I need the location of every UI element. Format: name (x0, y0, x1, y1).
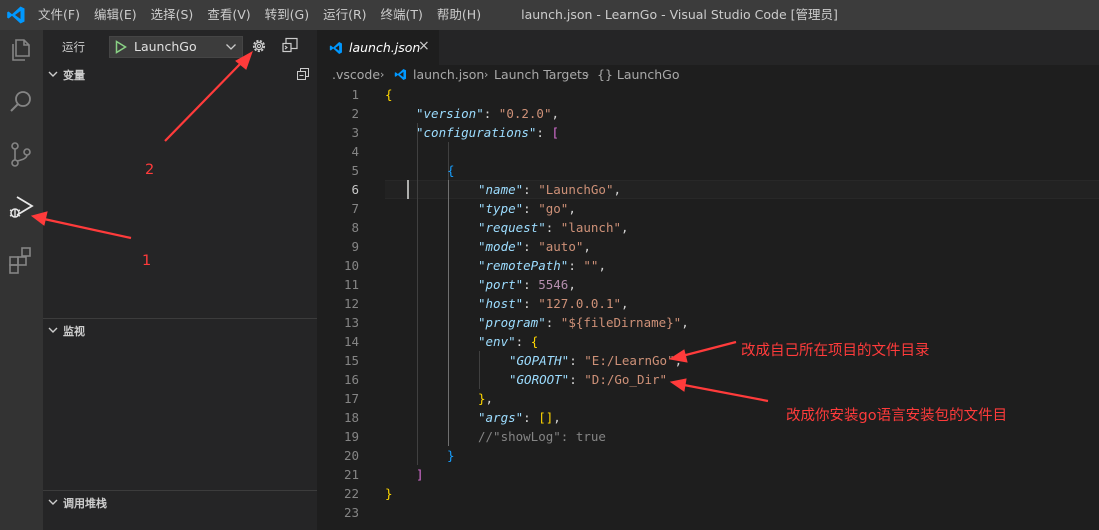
debug-console-icon[interactable] (281, 36, 299, 54)
line-number: 9 (351, 239, 359, 254)
code-line: { (385, 87, 393, 102)
line-number: 14 (343, 334, 359, 349)
code-editor[interactable]: 1 2 3 4 5 6 7 8 9 10 11 12 13 14 15 16 1… (317, 85, 1099, 530)
files-icon[interactable] (5, 34, 37, 66)
code-line: "request": "launch", (478, 220, 629, 235)
launch-config-select[interactable]: LaunchGo (109, 36, 243, 58)
chevron-down-icon (226, 44, 236, 50)
line-number: 6 (351, 182, 359, 197)
code-line: "remotePath": "", (478, 258, 606, 273)
code-line: } (447, 448, 455, 463)
code-line: "GOPATH": "E:/LearnGo", (509, 353, 683, 368)
line-number: 3 (351, 125, 359, 140)
code-line: } (385, 486, 393, 501)
run-toolbar: 运行 LaunchGo (43, 30, 317, 62)
code-line: "name": "LaunchGo", (478, 182, 622, 197)
code-line: "GOROOT": "D:/Go_Dir" (509, 372, 668, 387)
line-number: 19 (343, 429, 359, 444)
indent-guide (479, 351, 480, 389)
play-icon[interactable] (115, 40, 127, 54)
window-title: launch.json - LearnGo - Visual Studio Co… (521, 7, 838, 22)
activity-bar (0, 30, 43, 530)
annotation-label-1: 1 (142, 253, 152, 269)
code-line: "mode": "auto", (478, 239, 591, 254)
line-number: 13 (343, 315, 359, 330)
line-number: 15 (343, 353, 359, 368)
code-line: "env": { (478, 334, 539, 349)
code-line: "program": "${fileDirname}", (478, 315, 689, 330)
watch-title: 监视 (63, 325, 85, 338)
breadcrumb-launchgo[interactable]: {} LaunchGo (597, 67, 679, 82)
chevron-right-icon: › (380, 68, 385, 81)
line-number: 18 (343, 410, 359, 425)
run-debug-sidebar: 运行 LaunchGo 变量 监视 调用堆栈 (43, 30, 317, 530)
code-line: }, (478, 391, 494, 406)
code-line: "port": 5546, (478, 277, 576, 292)
line-number: 10 (343, 258, 359, 273)
gear-icon[interactable] (250, 37, 268, 55)
code-line: "host": "127.0.0.1", (478, 296, 629, 311)
line-number: 20 (343, 448, 359, 463)
variables-title: 变量 (63, 69, 85, 82)
line-number: 1 (351, 87, 359, 102)
close-icon[interactable]: × (418, 38, 430, 54)
line-number: 4 (351, 144, 359, 159)
title-bar: 文件(F) 编辑(E) 选择(S) 查看(V) 转到(G) 运行(R) 终端(T… (0, 0, 1099, 30)
code-line: //"showLog": true (478, 429, 606, 444)
line-number: 23 (343, 505, 359, 520)
code-line: "configurations": [ (416, 125, 560, 140)
chevron-right-icon: › (585, 68, 590, 81)
line-number: 17 (343, 391, 359, 406)
launch-config-name: LaunchGo (134, 39, 197, 54)
vscode-file-icon (394, 68, 407, 81)
code-line: "version": "0.2.0", (416, 106, 560, 121)
chevron-down-icon (48, 71, 58, 77)
annotation-note-goroot: 改成你安装go语言安装包的文件目 (786, 408, 1008, 424)
extensions-icon[interactable] (5, 244, 37, 276)
tab-label: launch.json (349, 40, 421, 55)
breadcrumb-launch-targets[interactable]: Launch Targets (494, 67, 588, 82)
line-number: 11 (343, 277, 359, 292)
code-line: ] (416, 467, 424, 482)
line-number: 8 (351, 220, 359, 235)
run-label: 运行 (62, 40, 85, 54)
annotation-label-2: 2 (145, 162, 155, 178)
tab-launch-json[interactable]: launch.json × (317, 30, 439, 65)
line-number: 2 (351, 106, 359, 121)
watch-section-header[interactable]: 监视 (43, 319, 317, 341)
line-number: 5 (351, 163, 359, 178)
code-line: { (447, 163, 455, 178)
breadcrumb-file[interactable]: launch.json (413, 67, 484, 82)
chevron-right-icon: › (484, 68, 489, 81)
code-line: "args": [], (478, 410, 561, 425)
line-number: 16 (343, 372, 359, 387)
line-number: 7 (351, 201, 359, 216)
variables-section-header[interactable]: 变量 (43, 63, 317, 85)
call-stack-section-header[interactable]: 调用堆栈 (43, 491, 317, 513)
line-number: 21 (343, 467, 359, 482)
source-control-icon[interactable] (5, 138, 37, 170)
search-icon[interactable] (5, 86, 37, 118)
call-stack-title: 调用堆栈 (63, 497, 107, 510)
breadcrumb-folder[interactable]: .vscode (332, 67, 380, 82)
vscode-file-icon (329, 42, 342, 54)
breadcrumb: .vscode › launch.json › Launch Targets ›… (317, 65, 1099, 85)
text-cursor (407, 180, 409, 199)
indent-guide-active (448, 180, 449, 446)
chevron-down-icon (48, 499, 58, 505)
editor-tabs: launch.json × (317, 30, 1099, 65)
collapse-all-icon[interactable] (297, 68, 309, 80)
line-number: 22 (343, 486, 359, 501)
annotation-note-gopath: 改成自己所在项目的文件目录 (741, 343, 930, 359)
indent-guide (417, 123, 418, 465)
code-line: "type": "go", (478, 201, 576, 216)
line-number: 12 (343, 296, 359, 311)
chevron-down-icon (48, 327, 58, 333)
run-debug-icon[interactable] (5, 192, 37, 224)
